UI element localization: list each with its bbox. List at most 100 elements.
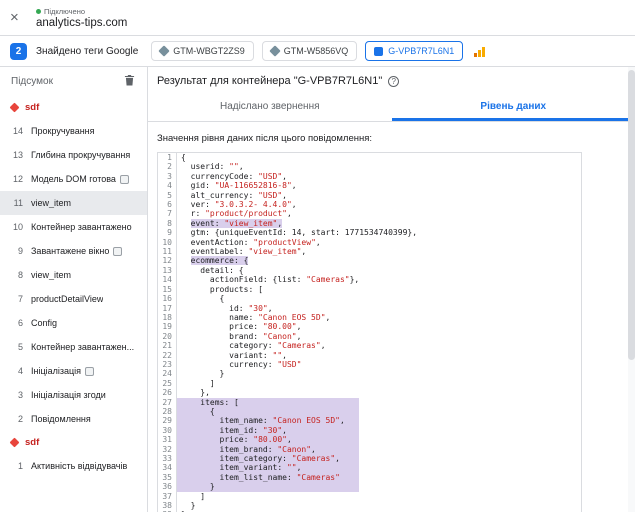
clear-trash-icon[interactable] bbox=[124, 74, 135, 89]
event-label: Ініціалізація bbox=[31, 366, 81, 376]
sidebar-event-item[interactable]: 13Глибина прокручування bbox=[0, 143, 147, 167]
tag-chip-label: G-VPB7R7L6N1 bbox=[388, 46, 454, 56]
line-number: 27 bbox=[158, 398, 177, 407]
tag-chip[interactable]: G-VPB7R7L6N1 bbox=[365, 41, 463, 61]
code-line: 36 } bbox=[158, 482, 581, 491]
code-line: 11 eventLabel: "view_item", bbox=[158, 247, 581, 256]
line-number: 22 bbox=[158, 351, 177, 360]
sidebar-event-item[interactable]: 11view_item bbox=[0, 191, 147, 215]
sidebar-event-item[interactable]: 6Config bbox=[0, 311, 147, 335]
connection-status: Підключено bbox=[36, 7, 127, 16]
event-number: 9 bbox=[6, 246, 23, 256]
line-number: 12 bbox=[158, 256, 177, 265]
close-icon[interactable]: × bbox=[10, 10, 28, 25]
line-number: 6 bbox=[158, 200, 177, 209]
sidebar-event-item[interactable]: 14Прокручування bbox=[0, 119, 147, 143]
line-number: 21 bbox=[158, 341, 177, 350]
sidebar-event-item[interactable]: 8view_item bbox=[0, 263, 147, 287]
sidebar-event-item[interactable]: 7productDetailView bbox=[0, 287, 147, 311]
event-number: 11 bbox=[6, 198, 23, 208]
tab-requests-sent[interactable]: Надіслано звернення bbox=[148, 95, 392, 121]
container-result-title: Результат для контейнера "G-VPB7R7L6N1" bbox=[157, 75, 382, 87]
connection-info: Підключено analytics-tips.com bbox=[36, 7, 127, 29]
code-line: 31 price: "80.00", bbox=[158, 435, 581, 444]
code-line: 15 products: [ bbox=[158, 285, 581, 294]
line-number: 1 bbox=[158, 153, 177, 162]
tags-count-badge: 2 bbox=[10, 43, 27, 60]
line-number: 26 bbox=[158, 388, 177, 397]
code-line: 8 event: "view_item", bbox=[158, 219, 581, 228]
code-line: 17 id: "30", bbox=[158, 304, 581, 313]
sidebar-list: sdf14Прокручування13Глибина прокручуванн… bbox=[0, 96, 147, 478]
event-number: 1 bbox=[6, 461, 23, 471]
line-number: 34 bbox=[158, 463, 177, 472]
line-number: 13 bbox=[158, 266, 177, 275]
scrollbar-thumb[interactable] bbox=[628, 70, 635, 360]
event-label: Модель DOM готова bbox=[31, 174, 116, 184]
code-line: 19 price: "80.00", bbox=[158, 322, 581, 331]
tab-data-layer[interactable]: Рівень даних bbox=[392, 95, 635, 121]
help-icon[interactable]: ? bbox=[388, 76, 399, 87]
line-number: 30 bbox=[158, 426, 177, 435]
event-number: 2 bbox=[6, 414, 23, 424]
sidebar-event-item[interactable]: 2Повідомлення bbox=[0, 407, 147, 431]
data-layer-code-box[interactable]: 1{2 userid: "",3 currencyCode: "USD",4 g… bbox=[157, 152, 582, 512]
sidebar-event-item[interactable]: 12Модель DOM готова bbox=[0, 167, 147, 191]
event-number: 6 bbox=[6, 318, 23, 328]
line-number: 5 bbox=[158, 191, 177, 200]
line-number: 18 bbox=[158, 313, 177, 322]
line-number: 33 bbox=[158, 454, 177, 463]
event-label: view_item bbox=[31, 270, 71, 280]
code-line: 34 item_variant: "", bbox=[158, 463, 581, 472]
event-number: 4 bbox=[6, 366, 23, 376]
event-number: 5 bbox=[6, 342, 23, 352]
code-lines: 1{2 userid: "",3 currencyCode: "USD",4 g… bbox=[158, 153, 581, 512]
event-number: 10 bbox=[6, 222, 23, 232]
code-line: 7 r: "product/product", bbox=[158, 209, 581, 218]
event-label: Завантажене вікно bbox=[31, 246, 109, 256]
line-number: 37 bbox=[158, 492, 177, 501]
sidebar-event-item[interactable]: 3Ініціалізація згоди bbox=[0, 383, 147, 407]
code-line: 2 userid: "", bbox=[158, 162, 581, 171]
sidebar-section-header[interactable]: sdf bbox=[0, 431, 147, 454]
line-number: 32 bbox=[158, 445, 177, 454]
tag-chip[interactable]: GTM-WBGT2ZS9 bbox=[151, 41, 254, 61]
code-line: 29 item_name: "Canon EOS 5D", bbox=[158, 416, 581, 425]
event-badge-icon bbox=[120, 175, 129, 184]
scrollbar[interactable] bbox=[628, 67, 635, 512]
code-line: 24 } bbox=[158, 369, 581, 378]
code-line: 28 { bbox=[158, 407, 581, 416]
code-line: 25 ] bbox=[158, 379, 581, 388]
sidebar-event-item[interactable]: 5Контейнер завантажен... bbox=[0, 335, 147, 359]
sidebar-event-item[interactable]: 10 Контейнер завантажено bbox=[0, 215, 147, 239]
code-line: 26 }, bbox=[158, 388, 581, 397]
sidebar-section-header[interactable]: sdf bbox=[0, 96, 147, 119]
google-tags-bar: 2 Знайдено теги Google GTM-WBGT2ZS9GTM-W… bbox=[0, 36, 635, 67]
sidebar-event-item[interactable]: 1Активність відвідувачів bbox=[0, 454, 147, 478]
code-line: 21 category: "Cameras", bbox=[158, 341, 581, 350]
code-line: 37 ] bbox=[158, 492, 581, 501]
code-line: 20 brand: "Canon", bbox=[158, 332, 581, 341]
sidebar-header: Підсумок bbox=[0, 67, 147, 96]
line-number: 3 bbox=[158, 172, 177, 181]
line-number: 9 bbox=[158, 228, 177, 237]
code-line: 30 item_id: "30", bbox=[158, 426, 581, 435]
line-number: 8 bbox=[158, 219, 177, 228]
event-label: Глибина прокручування bbox=[31, 150, 130, 160]
code-line: 5 alt_currency: "USD", bbox=[158, 191, 581, 200]
tag-chip[interactable]: GTM-W5856VQ bbox=[262, 41, 358, 61]
sidebar-event-item[interactable]: 4 Ініціалізація bbox=[0, 359, 147, 383]
line-number: 29 bbox=[158, 416, 177, 425]
code-line: 33 item_category: "Cameras", bbox=[158, 454, 581, 463]
code-line: 18 name: "Canon EOS 5D", bbox=[158, 313, 581, 322]
code-line: 14 actionField: {list: "Cameras"}, bbox=[158, 275, 581, 284]
data-layer-panel-title: Значення рівня даних після цього повідом… bbox=[157, 133, 635, 144]
line-number: 19 bbox=[158, 322, 177, 331]
tag-chips: GTM-WBGT2ZS9 GTM-W5856VQ G-VPB7R7L6N1 bbox=[151, 41, 486, 61]
event-number: 14 bbox=[6, 126, 23, 136]
sidebar-event-item[interactable]: 9 Завантажене вікно bbox=[0, 239, 147, 263]
tabs: Надіслано звернення Рівень даних bbox=[148, 95, 635, 122]
main-panel: Результат для контейнера "G-VPB7R7L6N1" … bbox=[148, 67, 635, 512]
line-number: 23 bbox=[158, 360, 177, 369]
event-label: Контейнер завантажено bbox=[31, 222, 132, 232]
